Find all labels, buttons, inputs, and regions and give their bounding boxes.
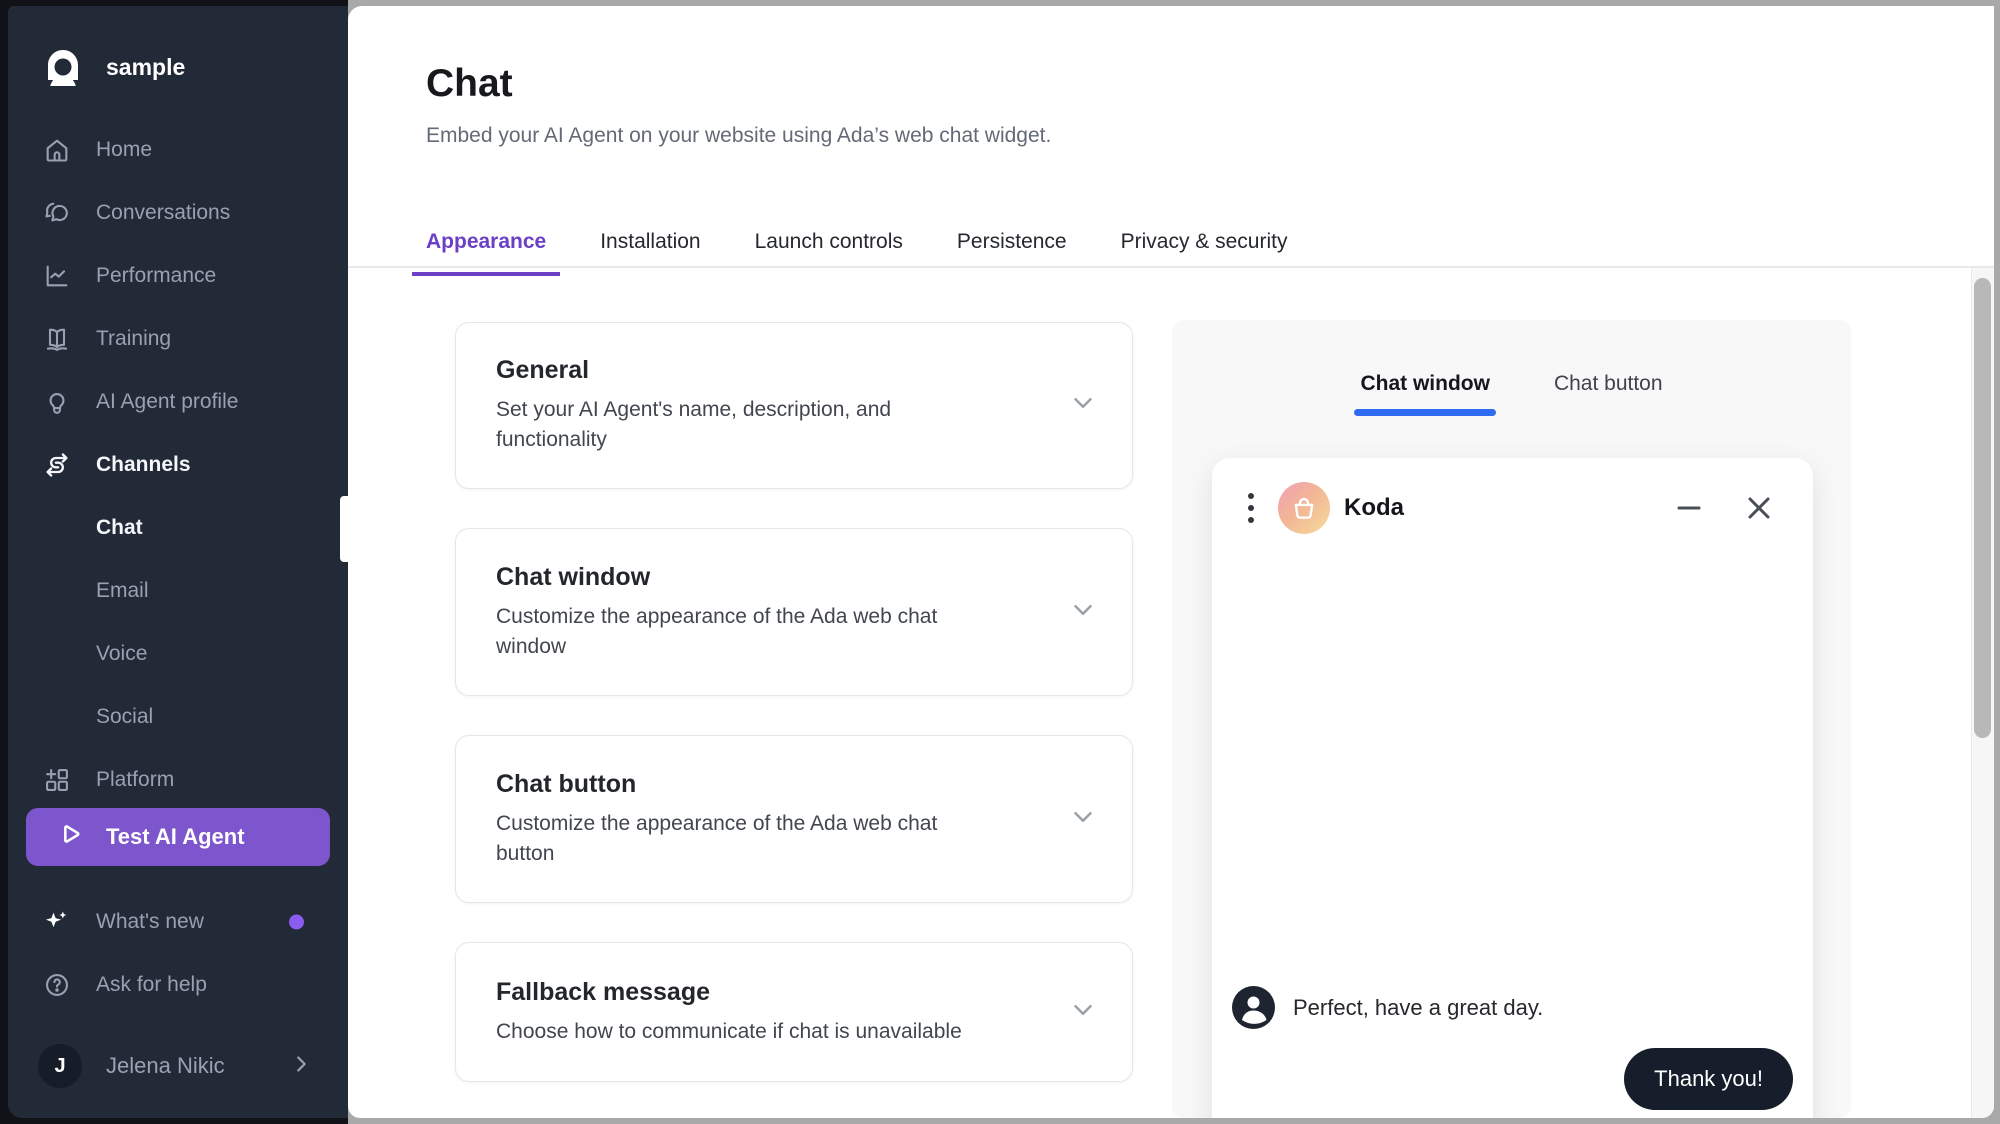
test-ai-agent-label: Test AI Agent [106, 824, 245, 850]
sparkles-icon [42, 907, 72, 937]
sidebar-item-training[interactable]: Training [8, 307, 348, 370]
sidebar-item-label: Voice [96, 642, 147, 666]
sidebar-item-chat[interactable]: Chat [8, 496, 348, 559]
card-chat-window[interactable]: Chat window Customize the appearance of … [455, 528, 1133, 696]
chevron-down-icon[interactable] [1068, 388, 1098, 423]
close-icon[interactable] [1741, 490, 1777, 526]
chevron-down-icon[interactable] [1068, 595, 1098, 630]
card-description: Customize the appearance of the Ada web … [496, 809, 976, 869]
sidebar-item-label: AI Agent profile [96, 390, 238, 414]
bot-name: Koda [1344, 494, 1404, 522]
card-description: Customize the appearance of the Ada web … [496, 602, 976, 662]
sidebar-item-label: Channels [96, 453, 191, 477]
home-icon [42, 135, 72, 165]
sidebar-item-label: Conversations [96, 201, 230, 225]
workspace-switcher[interactable]: sample [8, 6, 348, 91]
sidebar-item-label: Email [96, 579, 149, 603]
ada-logo-icon [42, 44, 84, 91]
lightbulb-icon [42, 387, 72, 417]
bot-avatar [1278, 482, 1330, 534]
user-menu[interactable]: J Jelena Nikic [8, 1044, 348, 1088]
test-ai-agent-button[interactable]: Test AI Agent [26, 808, 330, 866]
page-subtitle: Embed your AI Agent on your website usin… [426, 124, 1051, 148]
performance-icon [42, 261, 72, 291]
chat-widget-header: Koda [1212, 458, 1813, 542]
training-icon [42, 324, 72, 354]
user-message-bubble: Thank you! [1624, 1048, 1793, 1110]
workspace-name: sample [106, 54, 185, 81]
card-title: Chat window [496, 563, 1016, 592]
sidebar-item-label: Social [96, 705, 153, 729]
sidebar-item-performance[interactable]: Performance [8, 244, 348, 307]
avatar: J [38, 1044, 82, 1088]
sidebar-item-home[interactable]: Home [8, 118, 348, 181]
play-icon [56, 820, 84, 854]
preview-tabs: Chat window Chat button [1172, 320, 1851, 410]
tabs-divider [348, 266, 1994, 268]
sidebar-item-channels[interactable]: Channels [8, 433, 348, 496]
sidebar-item-voice[interactable]: Voice [8, 622, 348, 685]
chevron-right-icon [290, 1053, 312, 1080]
user-name: Jelena Nikic [106, 1053, 225, 1079]
card-fallback-message[interactable]: Fallback message Choose how to communica… [455, 942, 1133, 1082]
sidebar-item-social[interactable]: Social [8, 685, 348, 748]
channels-icon [42, 450, 72, 480]
chat-widget-preview: Koda Perfect, have a great day. Thank yo… [1212, 458, 1813, 1118]
preview-tab-chat-window[interactable]: Chat window [1360, 372, 1490, 410]
preview-panel: Chat window Chat button Koda [1172, 320, 1851, 1118]
card-title: Fallback message [496, 978, 1016, 1007]
help-icon [42, 970, 72, 1000]
sidebar-item-ai-agent-profile[interactable]: AI Agent profile [8, 370, 348, 433]
sidebar: sample Home Conversations Performance Tr… [8, 6, 348, 1118]
preview-tab-chat-button[interactable]: Chat button [1554, 372, 1663, 410]
main-content: Chat Embed your AI Agent on your website… [348, 6, 1994, 1118]
sidebar-item-whats-new[interactable]: What's new [8, 890, 348, 953]
sidebar-item-platform[interactable]: Platform [8, 748, 348, 811]
page-title: Chat [426, 62, 513, 106]
sidebar-item-label: Chat [96, 516, 143, 540]
card-description: Choose how to communicate if chat is una… [496, 1017, 1016, 1047]
preview-tab-label: Chat button [1554, 372, 1663, 395]
platform-icon [42, 765, 72, 795]
bot-message-avatar-icon [1232, 986, 1275, 1029]
card-general[interactable]: General Set your AI Agent's name, descri… [455, 322, 1133, 489]
bot-message-text: Perfect, have a great day. [1293, 995, 1543, 1021]
card-title: General [496, 356, 1016, 385]
sidebar-item-conversations[interactable]: Conversations [8, 181, 348, 244]
kebab-menu-icon[interactable] [1242, 487, 1260, 529]
bot-message: Perfect, have a great day. [1232, 986, 1543, 1029]
active-tab-underline [1354, 409, 1496, 416]
sidebar-item-label: Training [96, 327, 171, 351]
sidebar-item-ask-for-help[interactable]: Ask for help [8, 953, 348, 1016]
sidebar-item-label: Performance [96, 264, 216, 288]
sidebar-item-label: Ask for help [96, 973, 207, 997]
card-title: Chat button [496, 770, 1016, 799]
card-chat-button[interactable]: Chat button Customize the appearance of … [455, 735, 1133, 903]
vertical-scrollbar [1971, 268, 1994, 1118]
sidebar-item-label: What's new [96, 910, 204, 934]
vertical-scrollbar-thumb[interactable] [1974, 278, 1991, 738]
preview-tab-label: Chat window [1360, 372, 1490, 395]
chevron-down-icon[interactable] [1068, 995, 1098, 1030]
sidebar-item-label: Platform [96, 768, 174, 792]
card-description: Set your AI Agent's name, description, a… [496, 395, 976, 455]
conversations-icon [42, 198, 72, 228]
chevron-down-icon[interactable] [1068, 802, 1098, 837]
sidebar-item-email[interactable]: Email [8, 559, 348, 622]
sidebar-item-label: Home [96, 138, 152, 162]
minimize-icon[interactable] [1671, 490, 1707, 526]
active-item-indicator [340, 496, 348, 562]
whats-new-badge [289, 914, 304, 929]
